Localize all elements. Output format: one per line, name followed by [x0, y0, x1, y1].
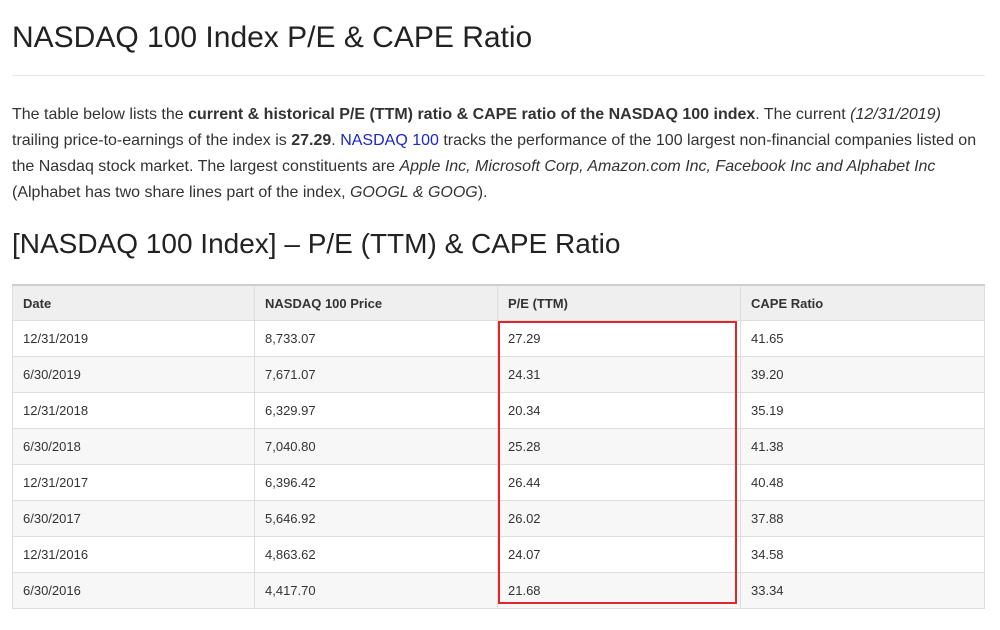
header-pe: P/E (TTM): [497, 284, 741, 321]
intro-date: (12/31/2019): [850, 106, 941, 123]
cell-cape: 37.88: [740, 500, 985, 537]
cell-cape: 40.48: [740, 464, 985, 501]
intro-companies: Apple Inc, Microsoft Corp, Amazon.com In…: [399, 158, 936, 175]
cell-pe: 21.68: [497, 572, 741, 609]
header-price: NASDAQ 100 Price: [254, 284, 498, 321]
header-date: Date: [12, 284, 255, 321]
table-row: 12/31/2018 6,329.97 20.34 35.19: [12, 392, 985, 429]
table-row: 6/30/2017 5,646.92 26.02 37.88: [12, 500, 985, 537]
cell-pe: 24.31: [497, 356, 741, 393]
title-divider: [12, 75, 985, 76]
table-row: 6/30/2018 7,040.80 25.28 41.38: [12, 428, 985, 465]
intro-text: . The current: [755, 106, 851, 123]
intro-bold-subject: current & historical P/E (TTM) ratio & C…: [188, 106, 756, 123]
cell-cape: 41.65: [740, 320, 985, 357]
cell-price: 5,646.92: [254, 500, 498, 537]
cell-date: 12/31/2016: [12, 536, 255, 573]
cell-date: 6/30/2019: [12, 356, 255, 393]
table-row: 12/31/2017 6,396.42 26.44 40.48: [12, 464, 985, 501]
intro-paragraph: The table below lists the current & hist…: [12, 102, 987, 206]
cell-cape: 41.38: [740, 428, 985, 465]
table-header-row: Date NASDAQ 100 Price P/E (TTM) CAPE Rat…: [12, 284, 985, 321]
intro-tickers: GOOGL & GOOG: [349, 184, 478, 201]
header-cape: CAPE Ratio: [740, 284, 985, 321]
cell-pe: 20.34: [497, 392, 741, 429]
cell-price: 6,329.97: [254, 392, 498, 429]
table-row: 6/30/2016 4,417.70 21.68 33.34: [12, 572, 985, 609]
table-body: 12/31/2019 8,733.07 27.29 41.65 6/30/2019 7,6…: [12, 320, 985, 609]
intro-text: The table below lists the: [12, 106, 189, 123]
cell-cape: 35.19: [740, 392, 985, 429]
cell-cape: 33.34: [740, 572, 985, 609]
cell-price: 8,733.07: [254, 320, 498, 357]
cell-price: 7,040.80: [254, 428, 498, 465]
cell-date: 12/31/2017: [12, 464, 255, 501]
intro-pe-value: 27.29: [291, 132, 332, 149]
cell-date: 6/30/2018: [12, 428, 255, 465]
cell-pe: 24.07: [497, 536, 741, 573]
cell-pe: 27.29: [497, 320, 741, 357]
table-row: 12/31/2019 8,733.07 27.29 41.65: [12, 320, 985, 357]
cell-pe: 26.02: [497, 500, 741, 537]
page-title: NASDAQ 100 Index P/E & CAPE Ratio: [12, 21, 533, 54]
cell-price: 4,417.70: [254, 572, 498, 609]
cell-pe: 26.44: [497, 464, 741, 501]
intro-text: (Alphabet has two share lines part of th…: [12, 184, 350, 201]
intro-text: ).: [477, 184, 488, 201]
table-row: 6/30/2019 7,671.07 24.31 39.20: [12, 356, 985, 393]
intro-text: .: [331, 132, 341, 149]
cell-date: 12/31/2018: [12, 392, 255, 429]
section-title: [NASDAQ 100 Index] – P/E (TTM) & CAPE Ra…: [12, 228, 621, 259]
table-row: 12/31/2016 4,863.62 24.07 34.58: [12, 536, 985, 573]
cell-cape: 39.20: [740, 356, 985, 393]
cell-price: 4,863.62: [254, 536, 498, 573]
cell-price: 7,671.07: [254, 356, 498, 393]
pe-cape-table: Date NASDAQ 100 Price P/E (TTM) CAPE Rat…: [12, 284, 985, 609]
cell-date: 12/31/2019: [12, 320, 255, 357]
cell-cape: 34.58: [740, 536, 985, 573]
cell-pe: 25.28: [497, 428, 741, 465]
nasdaq-100-link[interactable]: NASDAQ 100: [340, 132, 439, 149]
cell-date: 6/30/2017: [12, 500, 255, 537]
intro-text: trailing price-to-earnings of the index …: [12, 132, 292, 149]
cell-date: 6/30/2016: [12, 572, 255, 609]
cell-price: 6,396.42: [254, 464, 498, 501]
